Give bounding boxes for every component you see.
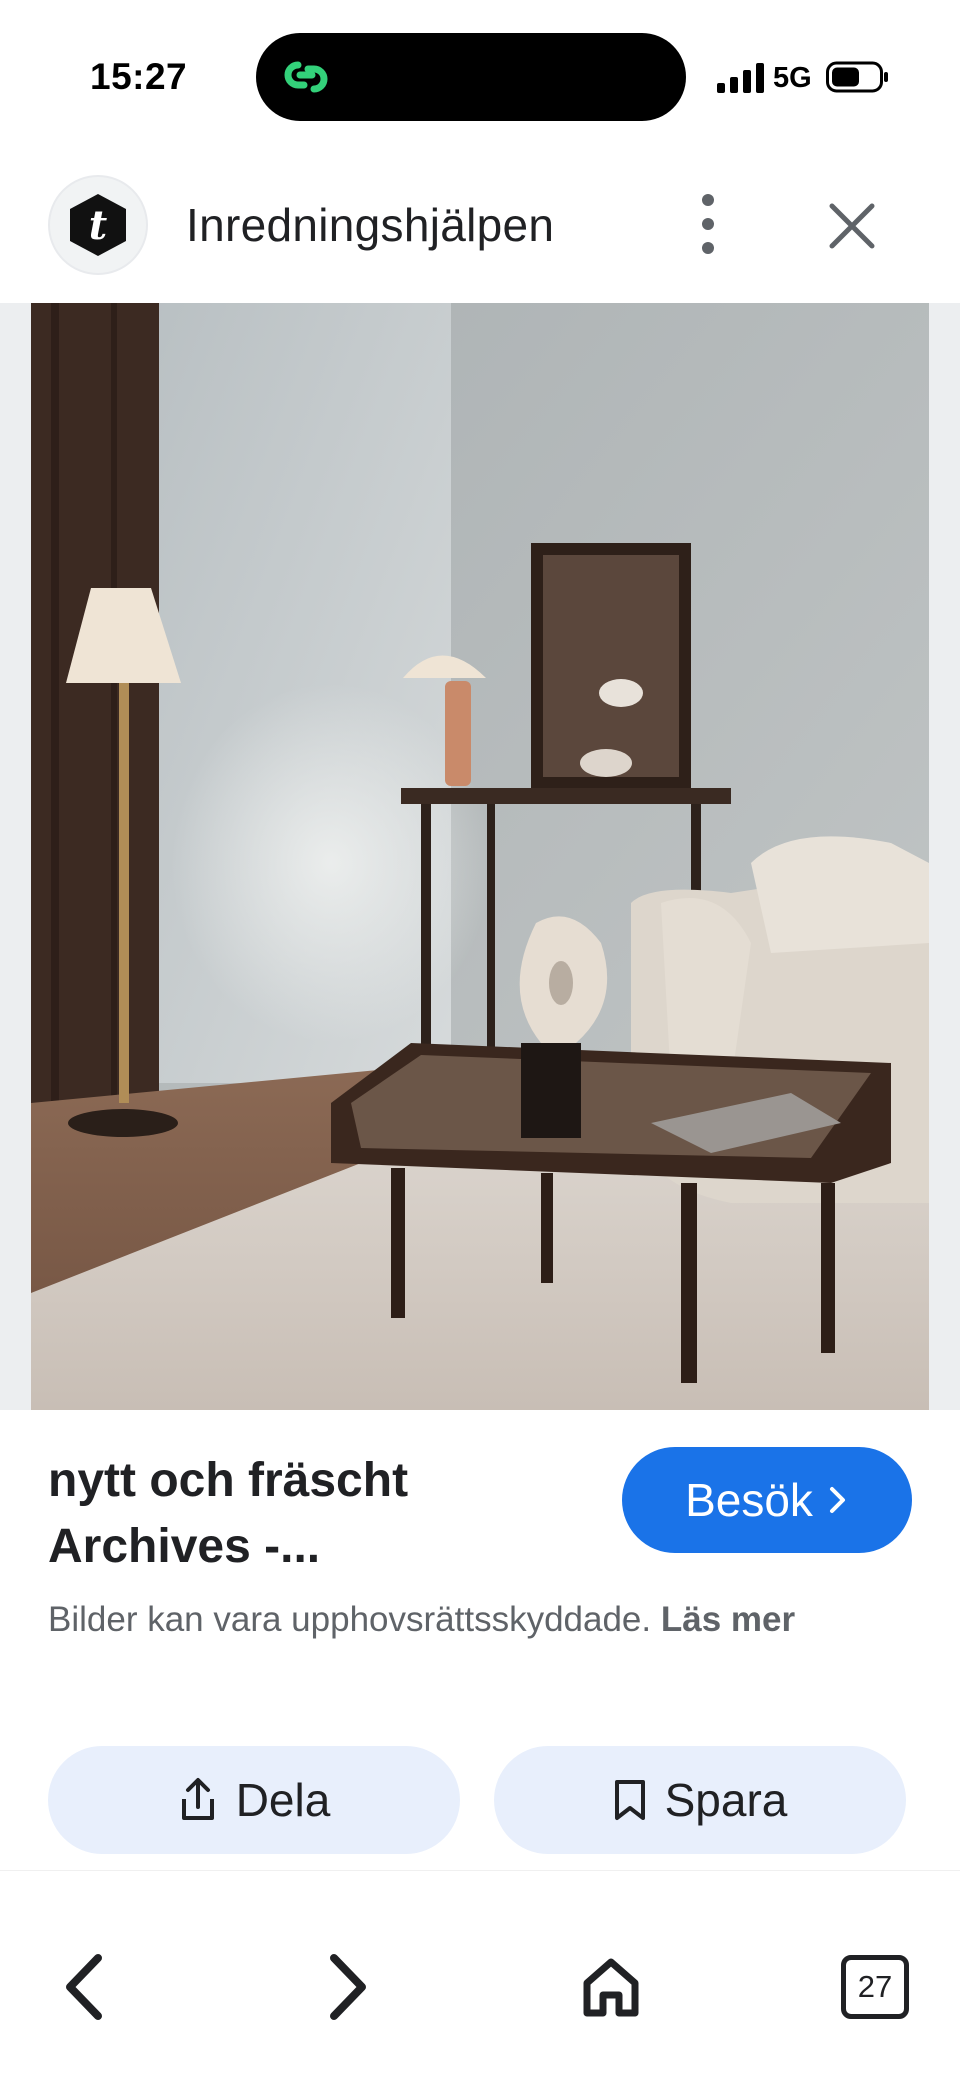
home-icon [583,1958,639,2017]
learn-more-link[interactable]: Läs mer [661,1600,795,1639]
image-frame [0,303,960,1410]
more-options-button[interactable] [680,188,736,260]
back-icon [66,1954,102,2020]
page: 15:27 5G t Inredningshjälpen nytt och fr… [0,0,960,2079]
forward-icon [330,1954,366,2020]
app-header: t Inredningshjälpen [0,160,960,300]
browser-toolbar: 27 [0,1870,960,2079]
status-bar: 15:27 5G [0,0,960,150]
copyright-notice: Bilder kan vara upphovsrättsskyddade. Lä… [48,1592,908,1647]
home-button[interactable] [566,1927,656,2047]
network-type: 5G [773,62,812,94]
result-title[interactable]: nytt och fräscht Archives -... [48,1448,588,1580]
tabs-button[interactable]: 27 [830,1927,920,2047]
preview-image[interactable] [31,303,929,1410]
more-vert-icon [702,194,714,254]
visit-button[interactable]: Besök [622,1447,912,1553]
forward-button[interactable] [302,1927,392,2047]
close-button[interactable] [816,190,888,262]
tabs-icon: 27 [841,1955,909,2019]
tab-count: 27 [857,1969,893,2004]
save-button[interactable]: Spara [494,1746,906,1854]
back-button[interactable] [40,1927,130,2047]
site-name: Inredningshjälpen [186,199,555,251]
status-time: 15:27 [90,56,188,97]
close-icon [829,203,875,249]
chat-link-icon [284,61,328,93]
copyright-text: Bilder kan vara upphovsrättsskyddade. [48,1600,652,1639]
visit-label: Besök [685,1474,813,1526]
signal-icon [717,63,764,93]
bookmark-icon [614,1780,645,1820]
site-logo-icon: t [70,194,126,256]
chevron-right-icon [829,1487,845,1513]
dynamic-island [256,33,686,121]
share-button[interactable]: Dela [48,1746,460,1854]
save-label: Spara [664,1774,788,1826]
share-label: Dela [235,1774,331,1826]
logo-letter: t [89,202,108,249]
site-logo[interactable]: t [48,175,148,275]
share-icon [181,1778,214,1820]
battery-icon [826,61,888,93]
